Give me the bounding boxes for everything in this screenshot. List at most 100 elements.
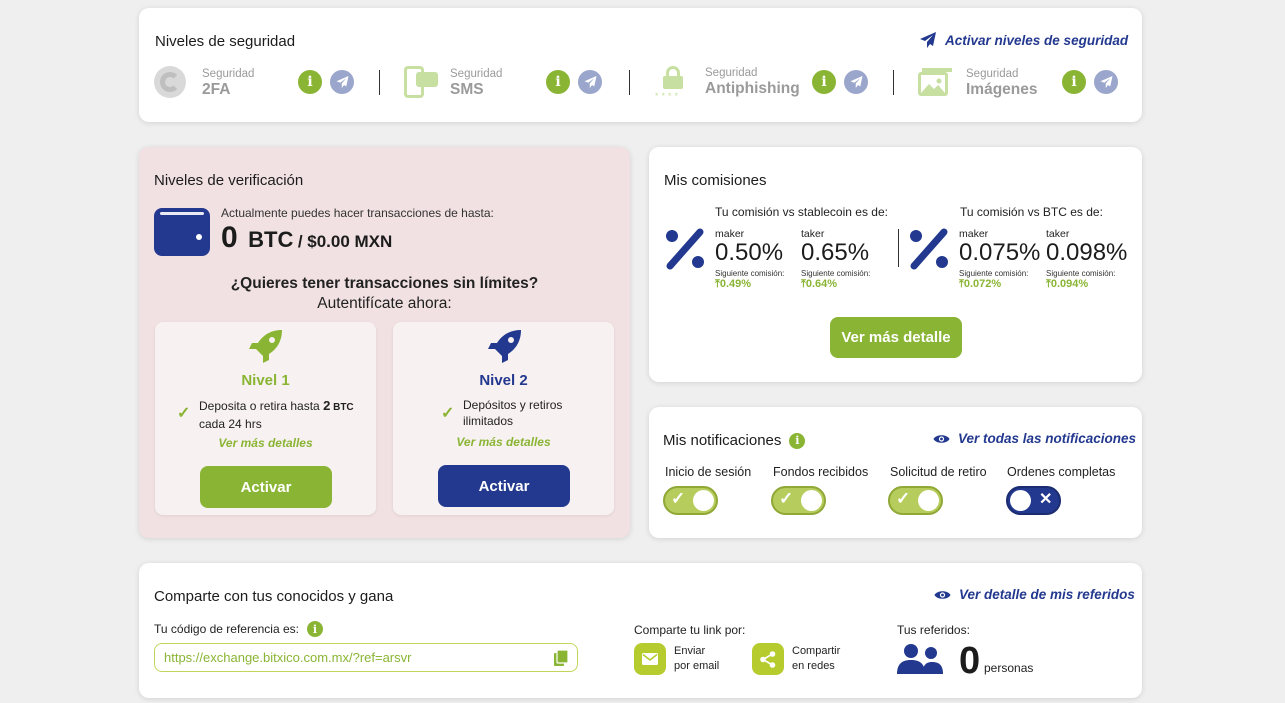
security-item-name: 2FA <box>202 81 231 98</box>
notifications-card: Mis notificaciones i Ver todas las notif… <box>649 407 1142 538</box>
activate-security-link[interactable]: Activar niveles de seguridad <box>920 32 1128 48</box>
share-label: Comparte tu link por: <box>634 623 746 637</box>
funds-toggle[interactable]: ✓ <box>771 486 826 515</box>
login-toggle[interactable]: ✓ <box>663 486 718 515</box>
share-social-line1: Compartir <box>792 645 841 657</box>
info-icon[interactable]: i <box>812 70 836 94</box>
commissions-title: Mis comisiones <box>664 172 767 189</box>
level-2-card: Nivel 2 ✓ Depósitos y retiros ilimitados… <box>393 322 614 515</box>
level-1-details-link[interactable]: Ver más detalles <box>155 436 376 450</box>
next-value: 0.072% <box>963 278 1002 290</box>
stable-taker-next: ⤒0.64% <box>801 278 870 291</box>
notifications-title-row: Mis notificaciones i <box>663 432 806 449</box>
referrals-count: 0 <box>959 640 981 682</box>
send-icon[interactable] <box>578 70 602 94</box>
security-item-images: Seguridad Imágenes <box>966 68 1038 99</box>
paper-plane-icon <box>920 32 936 48</box>
copy-icon[interactable] <box>554 650 568 666</box>
check-icon: ✓ <box>779 489 794 508</box>
stable-maker-value: 0.50% <box>715 239 784 266</box>
level-1-card: Nivel 1 ✓ Deposita o retira hasta 2 BTC … <box>155 322 376 515</box>
google-auth-icon <box>154 66 186 98</box>
toggle-label-orders: Ordenes completas <box>1007 465 1116 479</box>
notifications-title: Mis notificaciones <box>663 432 782 449</box>
stable-taker-value: 0.65% <box>801 239 870 266</box>
toggle-label-login: Inicio de sesión <box>665 465 752 479</box>
percent-icon <box>666 228 704 270</box>
btc-taker-next: ⤒0.094% <box>1046 278 1127 291</box>
share-email-line1: Enviar <box>674 645 706 657</box>
rocket-icon <box>249 330 282 363</box>
security-item-name: Antiphishing <box>705 80 800 97</box>
level-desc-unit: BTC <box>330 402 354 413</box>
security-item-sms: Seguridad SMS <box>450 68 502 99</box>
next-commission-label: Siguiente comisión: <box>1046 269 1116 278</box>
activate-security-label: Activar niveles de seguridad <box>945 32 1129 48</box>
view-all-label: Ver todas las notificaciones <box>958 431 1137 446</box>
level-2-activate-button[interactable]: Activar <box>438 465 570 507</box>
stable-heading: Tu comisión vs stablecoin es de: <box>715 205 888 219</box>
toggle-label-withdraw: Solicitud de retiro <box>890 465 987 479</box>
btc-maker-value: 0.075% <box>959 239 1041 266</box>
referral-detail-link[interactable]: Ver detalle de mis referidos <box>934 587 1135 602</box>
level-1-activate-button[interactable]: Activar <box>200 466 332 508</box>
percent-icon <box>910 228 948 270</box>
code-label: Tu código de referencia es: <box>154 622 299 636</box>
level-desc-text: cada 24 hrs <box>199 417 262 431</box>
rocket-icon <box>488 330 521 363</box>
referrals-label: Tus referidos: <box>897 623 970 637</box>
next-commission-label: Siguiente comisión: <box>959 269 1029 278</box>
info-icon[interactable]: i <box>298 70 322 94</box>
close-icon: ✕ <box>1039 491 1053 508</box>
btc-taker-block: taker 0.098% Siguiente comisión: ⤒0.094% <box>1046 228 1127 291</box>
stable-taker-block: taker 0.65% Siguiente comisión: ⤒0.64% <box>801 228 870 291</box>
share-email-button[interactable]: Enviar por email <box>634 643 719 675</box>
info-icon[interactable]: i <box>789 432 806 449</box>
wallet-icon <box>154 208 210 256</box>
info-icon[interactable]: i <box>306 621 323 637</box>
share-social-button[interactable]: Compartir en redes <box>752 643 840 675</box>
security-item-name: Imágenes <box>966 81 1038 98</box>
level-2-description: Depósitos y retiros ilimitados <box>463 397 562 429</box>
view-all-notifications-link[interactable]: Ver todas las notificaciones <box>933 431 1136 446</box>
divider <box>898 229 899 267</box>
level-desc-text: Depósitos y retiros <box>463 398 563 412</box>
amount-fiat: / $0.00 MXN <box>297 232 393 251</box>
level-2-details-link[interactable]: Ver más detalles <box>393 435 614 449</box>
level-desc-text: ilimitados <box>463 414 514 428</box>
lock-icon: **** <box>655 66 691 101</box>
withdraw-toggle[interactable]: ✓ <box>888 486 943 515</box>
security-title: Niveles de seguridad <box>155 33 296 50</box>
orders-toggle[interactable]: ✕ <box>1006 486 1061 515</box>
btc-maker-next: ⤒0.072% <box>959 278 1040 291</box>
divider <box>893 70 894 95</box>
commission-detail-button[interactable]: Ver más detalle <box>830 317 962 358</box>
level-desc-text: Deposita o retira hasta <box>199 399 324 413</box>
users-icon <box>897 644 943 674</box>
verification-card: Niveles de verificación Actualmente pued… <box>139 147 630 538</box>
send-icon[interactable] <box>330 70 354 94</box>
referrals-unit: personas <box>984 661 1034 675</box>
divider <box>379 70 380 95</box>
security-item-2fa: Seguridad 2FA <box>202 68 254 99</box>
info-icon[interactable]: i <box>1062 70 1086 94</box>
btc-taker-value: 0.098% <box>1046 239 1128 266</box>
amount-currency: BTC <box>248 227 294 252</box>
send-icon[interactable] <box>1094 70 1118 94</box>
next-value: 0.094% <box>1050 278 1089 290</box>
info-icon[interactable]: i <box>546 70 570 94</box>
verification-title: Niveles de verificación <box>154 172 304 189</box>
referral-code-field[interactable]: https://exchange.bitxico.com.mx/?ref=ars… <box>154 643 578 672</box>
btc-maker-block: maker 0.075% Siguiente comisión: ⤒0.072% <box>959 228 1040 291</box>
btc-heading: Tu comisión vs BTC es de: <box>960 205 1103 219</box>
eye-icon <box>934 590 951 599</box>
security-item-name: SMS <box>450 81 484 98</box>
check-icon: ✓ <box>441 405 455 422</box>
level-2-name: Nivel 2 <box>479 372 528 389</box>
send-icon[interactable] <box>844 70 868 94</box>
security-item-label: Seguridad <box>450 68 503 80</box>
stable-maker-next: ⤒0.49% <box>715 278 784 291</box>
sms-phone-icon <box>404 66 438 98</box>
eye-icon <box>933 434 950 443</box>
referral-detail-label: Ver detalle de mis referidos <box>959 587 1135 602</box>
